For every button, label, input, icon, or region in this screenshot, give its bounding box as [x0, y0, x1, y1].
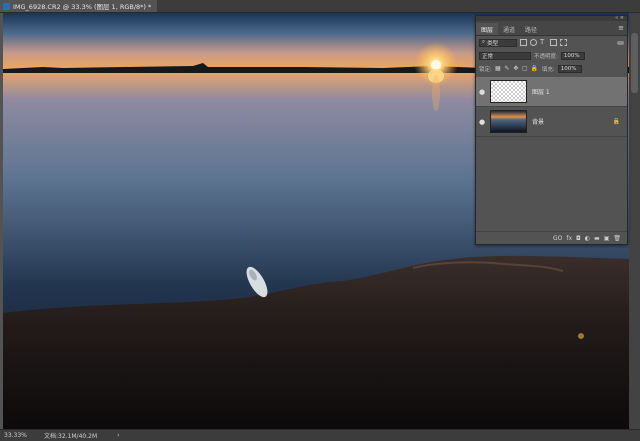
photoshop-file-icon — [3, 2, 10, 10]
lock-row: 锁定: ▦ ✎ ✥ ▢ 🔒 填充: 100% — [476, 62, 627, 75]
lock-icon[interactable]: 🔒 — [613, 118, 620, 125]
filter-type-icon[interactable]: T — [540, 39, 547, 46]
fill-value: 100% — [560, 65, 577, 72]
visibility-eye-icon[interactable]: ● — [476, 88, 488, 96]
layer-thumbnail-transparent — [490, 80, 527, 103]
adjustment-layer-icon[interactable]: ◐ — [585, 235, 590, 242]
layer-row-background[interactable]: ● 背景 🔒 — [476, 107, 627, 137]
filter-toggle[interactable] — [617, 40, 624, 45]
panel-footer-toolbar: GO fx ◘ ◐ ▬ ▣ 🗑 — [476, 231, 627, 244]
document-tab[interactable]: IMG_6928.CR2 @ 33.3% (图层 1, RGB/8*) * — [0, 0, 158, 12]
panel-tabs: 图层 通道 路径 ≡ — [476, 21, 627, 36]
document-tab-title: IMG_6928.CR2 @ 33.3% (图层 1, RGB/8*) * — [13, 3, 152, 11]
blend-mode-dropdown[interactable]: 正常 — [479, 51, 531, 60]
new-layer-icon[interactable]: ▣ — [604, 235, 610, 242]
layers-panel: « × 图层 通道 路径 ≡ ⌕ 类型 T 正常 不透明度: 100% 锁定: … — [475, 15, 628, 245]
tab-paths[interactable]: 路径 — [520, 23, 542, 35]
layer-list: ● 图层 1 ● 背景 🔒 — [476, 77, 627, 137]
blend-mode-value: 正常 — [482, 53, 494, 60]
collapse-close-icons[interactable]: « × — [615, 16, 624, 21]
filter-smart-object-icon[interactable] — [560, 39, 567, 46]
opacity-value: 100% — [563, 52, 580, 59]
scrollbar-thumb[interactable] — [631, 33, 638, 93]
panel-menu-icon[interactable]: ≡ — [618, 24, 624, 32]
layer-thumbnail-photo — [490, 110, 527, 133]
vertical-scrollbar[interactable] — [629, 13, 640, 429]
layer-row-layer1[interactable]: ● 图层 1 — [476, 77, 627, 107]
lock-transparent-icon[interactable]: ▦ — [495, 65, 501, 72]
opacity-field[interactable]: 100% — [560, 51, 585, 60]
filter-pixel-icon[interactable] — [520, 39, 527, 46]
document-size-info: 文档:32.1M/40.2M — [44, 433, 98, 440]
lock-label: 锁定: — [479, 66, 492, 73]
tab-channels[interactable]: 通道 — [498, 23, 520, 35]
lock-artboard-icon[interactable]: ▢ — [522, 65, 528, 72]
visibility-eye-icon[interactable]: ● — [476, 118, 488, 126]
fx-icon[interactable]: fx — [566, 235, 572, 242]
filter-shape-icon[interactable] — [550, 39, 557, 46]
search-icon: ⌕ — [482, 39, 486, 45]
document-tab-bar: IMG_6928.CR2 @ 33.3% (图层 1, RGB/8*) * — [0, 0, 640, 13]
status-menu-arrow-icon[interactable]: › — [117, 432, 119, 439]
opacity-label: 不透明度: — [534, 53, 558, 60]
layer-name[interactable]: 图层 1 — [532, 87, 550, 96]
blend-row: 正常 不透明度: 100% — [476, 49, 627, 62]
link-layers-icon[interactable]: GO — [553, 235, 562, 242]
status-bar: 33.33% 文档:32.1M/40.2M › — [0, 429, 640, 441]
lock-paint-icon[interactable]: ✎ — [504, 65, 510, 72]
zoom-level[interactable]: 33.33% — [0, 432, 27, 439]
add-mask-icon[interactable]: ◘ — [576, 235, 581, 242]
filter-row: ⌕ 类型 T — [476, 36, 627, 49]
lock-position-icon[interactable]: ✥ — [513, 65, 519, 72]
fill-field[interactable]: 100% — [557, 64, 582, 73]
layer-name[interactable]: 背景 — [532, 117, 544, 126]
new-group-icon[interactable]: ▬ — [594, 235, 600, 242]
fill-label: 填充: — [541, 66, 555, 73]
tab-layers[interactable]: 图层 — [476, 23, 499, 35]
trash-icon[interactable]: 🗑 — [613, 235, 621, 242]
filter-kind-dropdown[interactable]: ⌕ 类型 — [479, 38, 517, 47]
lock-all-icon[interactable]: 🔒 — [531, 65, 538, 72]
filter-kind-value: 类型 — [487, 40, 499, 47]
filter-adjustment-icon[interactable] — [530, 39, 537, 46]
